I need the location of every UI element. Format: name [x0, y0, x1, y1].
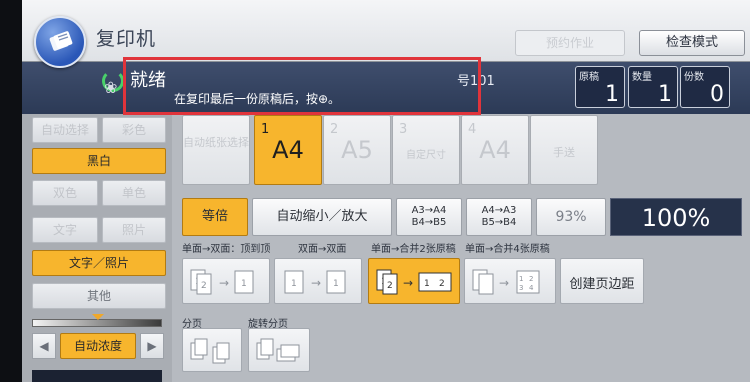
check-mode-button[interactable]: 检查模式	[639, 30, 745, 56]
tray-number: 2	[330, 122, 339, 137]
rotate-sort-button[interactable]	[248, 328, 310, 372]
svg-text:→: →	[219, 276, 229, 290]
full-size-label: 等倍	[201, 209, 228, 224]
density-scale	[32, 319, 162, 327]
full-size-button[interactable]: 等倍	[182, 198, 248, 236]
svg-text:2: 2	[439, 279, 445, 289]
highlight-annotation	[123, 57, 481, 115]
duplex-diagram-icon: 1 2 → 1	[190, 269, 254, 295]
single-color-button: 单色	[102, 180, 166, 206]
tray-size: A4	[272, 136, 304, 164]
enlarge-preset-button[interactable]: A4→A3 B5→B4	[466, 198, 532, 236]
duplex-label-1: 单面→双面：顶到顶	[182, 244, 271, 255]
text-mode-button[interactable]: 文字	[32, 217, 98, 243]
auto-paper-label: 自动纸张选择	[183, 136, 249, 149]
combine-two-button[interactable]: 1 2 → 12	[368, 258, 460, 304]
tray-custom-size: 自定尺寸	[406, 150, 446, 161]
text-photo-mode-button[interactable]: 文字／照片	[32, 250, 166, 276]
tray-size: A5	[341, 136, 373, 164]
svg-text:2: 2	[201, 281, 207, 291]
svg-text:2: 2	[387, 281, 393, 291]
svg-text:1: 1	[241, 279, 247, 289]
duplex-diagram-icon: 1 → 1	[284, 270, 346, 294]
originals-counter: 原稿 1	[575, 66, 625, 108]
photo-mode-button[interactable]: 照片	[102, 217, 166, 243]
two-to-two-sided-button[interactable]: 1 → 1	[274, 258, 362, 304]
zoom-display: 100%	[610, 198, 742, 236]
svg-text:1: 1	[291, 279, 297, 289]
bottom-strip	[32, 370, 162, 382]
density-lighter-button[interactable]: ◀	[32, 333, 56, 359]
combine-four-diagram-icon: → 12 34	[472, 269, 540, 295]
auto-reduce-enlarge-label: 自动缩小／放大	[276, 209, 368, 224]
auto-paper-select-button: 自动纸张选择	[182, 115, 250, 185]
svg-text:1: 1	[424, 279, 430, 289]
density-darker-button[interactable]: ▶	[140, 333, 164, 359]
svg-text:→: →	[499, 276, 509, 290]
density-marker-icon	[92, 314, 104, 320]
auto-density-button[interactable]: 自动浓度	[60, 333, 136, 359]
tray-3-button[interactable]: 3 自定尺寸	[392, 115, 460, 185]
enlarge-line-1: A4→A3	[481, 205, 517, 216]
tray-4-button[interactable]: 4 A4	[461, 115, 529, 185]
duplex-label-4: 单面→合并4张原稿	[465, 244, 550, 255]
bypass-label: 手送	[553, 146, 575, 159]
counter-label: 份数	[684, 72, 704, 83]
svg-text:1: 1	[519, 275, 523, 283]
counter-value: 1	[605, 82, 619, 107]
combine-two-diagram-icon: 1 2 → 12	[376, 269, 452, 295]
combine-four-button[interactable]: → 12 34	[464, 258, 556, 304]
svg-text:→: →	[403, 276, 413, 290]
sort-icon	[190, 338, 230, 364]
tray-size: A4	[479, 136, 511, 164]
sort-button[interactable]	[182, 328, 242, 372]
preset-93-label: 93%	[555, 209, 587, 225]
duplex-label-2: 双面→双面	[298, 244, 347, 255]
sets-counter: 份数 0	[680, 66, 730, 108]
counter-label: 数量	[632, 72, 652, 83]
app-title: 复印机	[96, 28, 157, 50]
svg-text:3: 3	[519, 284, 523, 292]
duplex-label-3: 单面→合并2张原稿	[371, 244, 456, 255]
tray-2-button[interactable]: 2 A5	[323, 115, 391, 185]
create-margin-button[interactable]: 创建页边距	[560, 258, 644, 304]
reserve-job-button: 预约作业	[515, 30, 625, 56]
counter-value: 0	[710, 82, 724, 107]
counter-label: 原稿	[579, 72, 599, 83]
bypass-tray-button[interactable]: 手送	[530, 115, 598, 185]
create-margin-label: 创建页边距	[569, 277, 635, 292]
black-white-button[interactable]: 黑白	[32, 148, 166, 174]
tray-number: 3	[399, 122, 408, 137]
reduce-line-1: A3→A4	[411, 205, 447, 216]
quantity-counter: 数量 1	[628, 66, 678, 108]
enlarge-line-2: B5→B4	[481, 217, 517, 228]
auto-color-select-button: 自动选择	[32, 117, 98, 143]
copier-logo-icon	[34, 16, 86, 68]
copier-screen: 复印机 预约作业 检查模式 就绪 在复印最后一份原稿后，按⊕。 ❀ 号101 原…	[22, 0, 750, 382]
two-color-button: 双色	[32, 180, 98, 206]
svg-text:1: 1	[333, 279, 339, 289]
svg-text:4: 4	[529, 284, 534, 292]
svg-text:2: 2	[529, 275, 533, 283]
decorative-flower-icon: ❀	[104, 78, 118, 97]
tray-1-button[interactable]: 1 A4	[254, 115, 322, 185]
svg-text:→: →	[311, 276, 321, 290]
one-to-two-sided-button[interactable]: 1 2 → 1	[182, 258, 270, 304]
auto-reduce-enlarge-button[interactable]: 自动缩小／放大	[252, 198, 392, 236]
tray-number: 1	[261, 122, 270, 137]
reduce-line-2: B4→B5	[411, 217, 447, 228]
preset-93-button[interactable]: 93%	[536, 198, 606, 236]
rotate-sort-icon	[256, 338, 300, 362]
counter-value: 1	[658, 82, 672, 107]
tray-number: 4	[468, 122, 477, 137]
other-mode-button[interactable]: 其他	[32, 283, 166, 309]
header-bar: 复印机 预约作业 检查模式	[22, 0, 750, 62]
reduce-preset-button[interactable]: A3→A4 B4→B5	[396, 198, 462, 236]
full-color-button: 彩色	[102, 117, 166, 143]
